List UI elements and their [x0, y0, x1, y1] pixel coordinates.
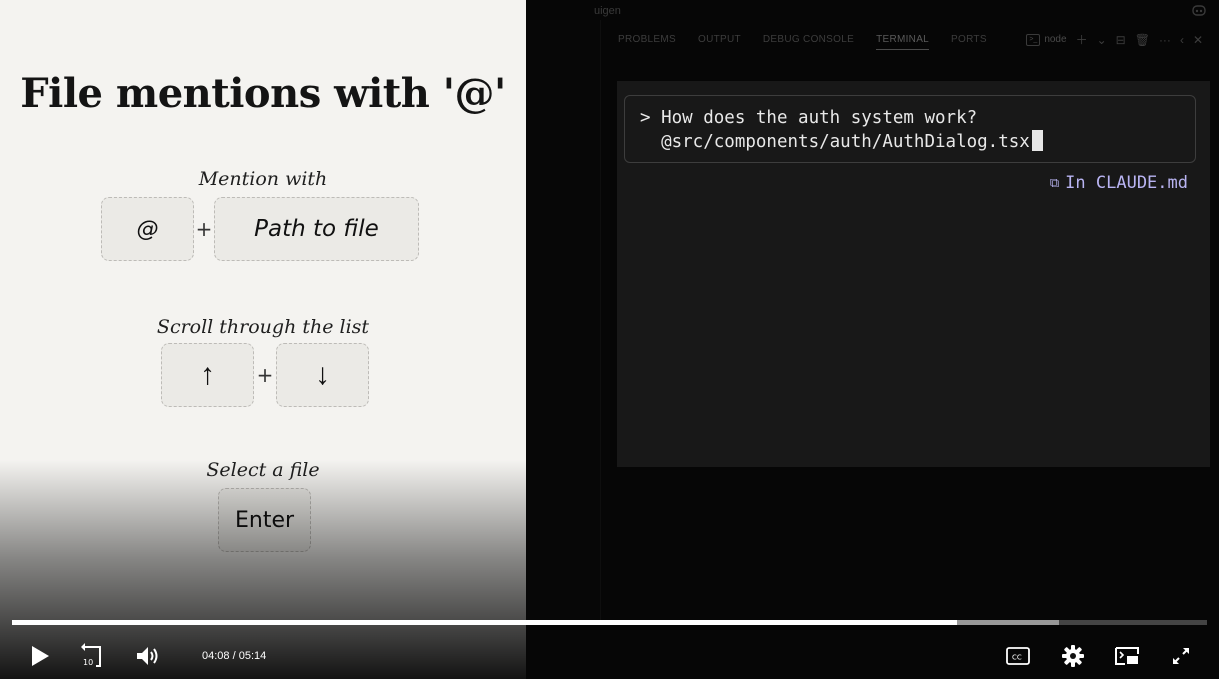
path-to-file-key: Path to file [214, 197, 419, 261]
svg-text:CC: CC [1012, 654, 1022, 662]
time-display: 04:08 / 05:14 [202, 650, 266, 662]
chevron-down-icon[interactable]: ⌄ [1097, 33, 1107, 47]
editor-sidebar [526, 20, 601, 620]
time-separator: / [232, 650, 236, 662]
duration: 05:14 [238, 650, 267, 662]
plus-separator: + [195, 217, 213, 241]
tab-debug-console[interactable]: DEBUG CONSOLE [763, 34, 854, 50]
tab-terminal[interactable]: TERMINAL [876, 34, 930, 50]
terminal-view[interactable]: > How does the auth system work? @src/co… [617, 81, 1210, 467]
panel-actions: >_ node ＋ ⌄ ⊟ 🗑 ··· ‹ ✕ [1026, 31, 1203, 48]
enter-key: Enter [218, 488, 311, 552]
trash-icon[interactable]: 🗑 [1135, 33, 1150, 47]
plus-separator: + [256, 363, 274, 387]
fullscreen-icon [1173, 648, 1189, 664]
rewind-10-icon: 10 [81, 643, 101, 667]
mention-caption: Mention with [198, 168, 328, 190]
progress-played [12, 620, 958, 625]
closed-captions-icon: CC [1006, 647, 1030, 665]
new-terminal-icon[interactable]: ＋ [1076, 31, 1088, 48]
more-icon[interactable]: ··· [1159, 33, 1171, 47]
rewind-button[interactable]: 10 [80, 642, 106, 670]
rewind-seconds: 10 [83, 658, 93, 667]
slide-panel: File mentions with '@' Mention with @ + … [0, 0, 526, 679]
select-caption: Select a file [206, 459, 320, 481]
volume-icon [137, 647, 158, 665]
editor-panel: uigen PROBLEMS OUTPUT DEBUG CONSOLE TERM… [526, 0, 1219, 679]
chevron-left-icon[interactable]: ‹ [1180, 33, 1184, 47]
play-icon [32, 646, 49, 666]
play-button[interactable] [28, 643, 52, 669]
memory-hint-label: In CLAUDE.md [1065, 173, 1188, 193]
memory-hint: ⧉ In CLAUDE.md [1050, 173, 1188, 193]
fullscreen-button[interactable] [1168, 643, 1194, 669]
slide-title: File mentions with '@' [20, 70, 506, 117]
picture-in-picture-icon [1115, 647, 1139, 665]
arrow-down-key: ↓ [276, 343, 369, 407]
settings-button[interactable] [1060, 643, 1086, 669]
current-time: 04:08 [202, 650, 230, 662]
scroll-caption: Scroll through the list [156, 316, 370, 338]
tab-output[interactable]: OUTPUT [698, 34, 741, 50]
prompt-line-2: @src/components/auth/AuthDialog.tsx [640, 132, 1030, 152]
text-cursor [1031, 130, 1043, 151]
player-controls: 10 04:08 / 05:14 CC [0, 636, 1219, 676]
terminal-selector[interactable]: >_ node [1026, 33, 1067, 46]
terminal-name: node [1044, 34, 1067, 45]
pip-button[interactable] [1114, 645, 1140, 667]
split-terminal-icon[interactable]: ⊟ [1116, 33, 1126, 47]
panel-tabs: PROBLEMS OUTPUT DEBUG CONSOLE TERMINAL P… [618, 34, 987, 50]
progress-bar[interactable] [12, 620, 1207, 625]
close-icon[interactable]: ✕ [1193, 33, 1203, 47]
prompt-input[interactable]: > How does the auth system work? @src/co… [624, 95, 1196, 163]
captions-button[interactable]: CC [1006, 645, 1030, 667]
tab-problems[interactable]: PROBLEMS [618, 34, 676, 50]
window-title: uigen [594, 5, 621, 17]
terminal-icon: >_ [1026, 33, 1041, 46]
copy-icon: ⧉ [1049, 175, 1060, 191]
volume-button[interactable] [134, 643, 162, 669]
gear-icon [1062, 645, 1084, 667]
arrow-up-key: ↑ [161, 343, 254, 407]
prompt-line-1: > How does the auth system work? [640, 108, 978, 128]
copilot-icon[interactable] [1191, 3, 1207, 17]
at-key: @ [101, 197, 194, 261]
tab-ports[interactable]: PORTS [951, 34, 987, 50]
